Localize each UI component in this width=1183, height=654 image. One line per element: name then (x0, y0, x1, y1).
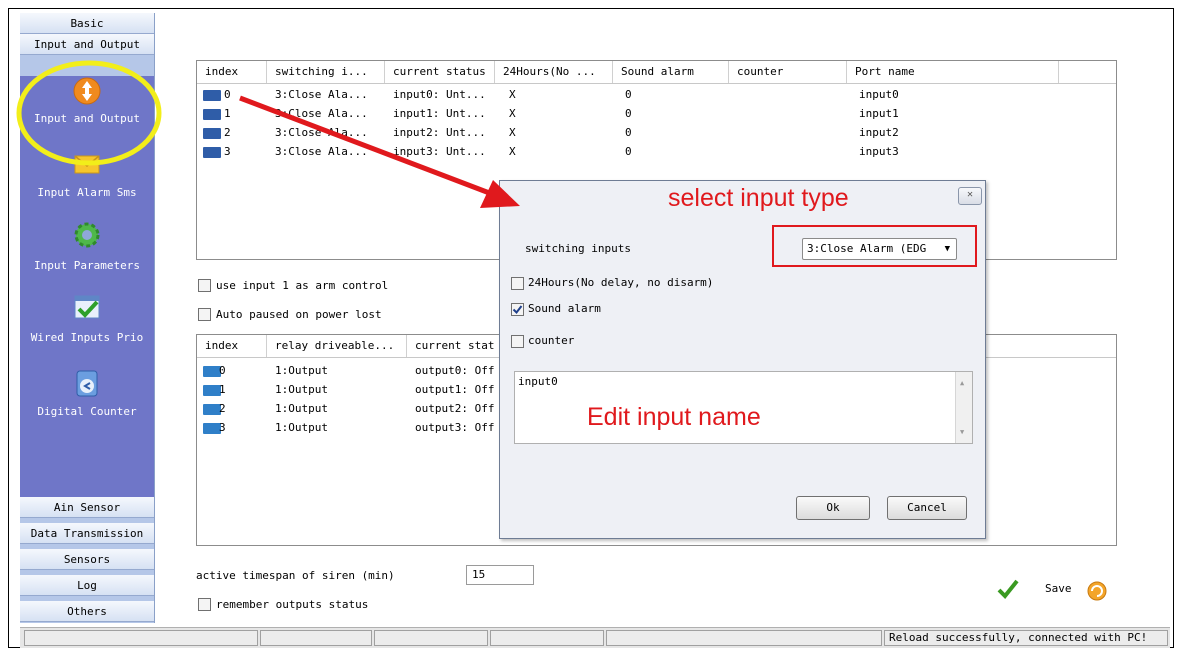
input-arrow-icon (203, 128, 221, 139)
input-table-header: index switching i... current status 24Ho… (197, 61, 1116, 84)
scroll-up-icon: ▲ (960, 379, 965, 387)
row-sound: 0 (625, 126, 632, 139)
sound-alarm-checkbox[interactable] (511, 303, 524, 316)
sidebar-item-label: Input Parameters (34, 259, 140, 272)
cancel-button[interactable]: Cancel (887, 496, 967, 520)
status-cell (490, 630, 604, 646)
column-header[interactable]: index (197, 335, 267, 357)
row-port: input2 (859, 126, 899, 139)
status-cell (24, 630, 258, 646)
select-input-type-annotation: select input type (668, 184, 849, 212)
h24-label: 24Hours(No delay, no disarm) (528, 276, 714, 289)
save-check-icon[interactable] (996, 578, 1020, 600)
sidebar-button-basic[interactable]: Basic (20, 13, 154, 34)
status-bar: Reload successfully, connected with PC! (20, 627, 1170, 648)
refresh-icon[interactable] (1086, 580, 1108, 602)
annotation-arrow (239, 95, 520, 208)
row-relay: 1:Output (275, 421, 328, 434)
arm-control-label: use input 1 as arm control (216, 279, 389, 292)
row-status: output2: Off (415, 402, 495, 415)
auto-paused-checkbox[interactable] (198, 308, 211, 321)
auto-paused-label: Auto paused on power lost (216, 308, 382, 321)
column-header[interactable]: 24Hours(No ... (495, 61, 613, 83)
counter-label: counter (528, 334, 575, 347)
remember-checkbox[interactable] (198, 598, 211, 611)
counter-checkbox[interactable] (511, 335, 524, 348)
siren-label: active timespan of siren (min) (196, 569, 395, 582)
sidebar-button-ain-sensor[interactable]: Ain Sensor (20, 497, 154, 518)
input-arrow-icon (203, 90, 221, 101)
textarea-scrollbar[interactable]: ▲ ▼ (955, 372, 972, 443)
scroll-down-icon: ▼ (960, 428, 965, 436)
sound-alarm-label: Sound alarm (528, 302, 601, 315)
row-status: output3: Off (415, 421, 495, 434)
row-index: 2 (219, 402, 226, 415)
sidebar-button-others[interactable]: Others (20, 601, 154, 622)
status-cell (374, 630, 488, 646)
sidebar-item-label: Digital Counter (37, 405, 137, 418)
column-header[interactable]: Sound alarm (613, 61, 729, 83)
column-header[interactable]: switching i... (267, 61, 385, 83)
select-highlight-box (772, 225, 977, 267)
row-relay: 1:Output (275, 364, 328, 377)
siren-input[interactable]: 15 (466, 565, 534, 585)
remember-label: remember outputs status (216, 598, 369, 611)
sidebar-item-label: Input Alarm Sms (37, 186, 137, 199)
sidebar-button-input-output[interactable]: Input and Output (20, 34, 154, 55)
h24-checkbox[interactable] (511, 277, 524, 290)
row-relay: 1:Output (275, 402, 328, 415)
input-arrow-icon (203, 147, 221, 158)
edit-input-name-annotation: Edit input name (587, 403, 761, 431)
row-relay: 1:Output (275, 383, 328, 396)
column-header[interactable]: counter (729, 61, 847, 83)
gear-icon (74, 222, 100, 248)
status-cell (260, 630, 372, 646)
column-header[interactable]: index (197, 61, 267, 83)
checkmark-icon (512, 305, 523, 315)
counter-icon (76, 370, 98, 397)
input-arrow-icon (203, 109, 221, 120)
row-port: input1 (859, 107, 899, 120)
status-message: Reload successfully, connected with PC! (884, 630, 1168, 646)
sidebar-button-data-transmission[interactable]: Data Transmission (20, 523, 154, 544)
save-button[interactable]: Save (1045, 582, 1072, 595)
dialog-close-button[interactable]: ✕ (958, 187, 982, 205)
row-port: input0 (859, 88, 899, 101)
row-status: output1: Off (415, 383, 495, 396)
arm-control-checkbox[interactable] (198, 279, 211, 292)
port-name-value: input0 (518, 375, 558, 388)
sidebar-button-sensors[interactable]: Sensors (20, 549, 154, 570)
column-header[interactable]: current stat (407, 335, 507, 357)
column-header[interactable]: current status (385, 61, 495, 83)
row-port: input3 (859, 145, 899, 158)
row-status: output0: Off (415, 364, 495, 377)
column-header[interactable]: relay driveable... (267, 335, 407, 357)
sidebar-button-log[interactable]: Log (20, 575, 154, 596)
row-index: 1 (219, 383, 226, 396)
row-sound: 0 (625, 145, 632, 158)
row-index: 3 (219, 421, 226, 434)
status-cell (606, 630, 882, 646)
sidebar-item-label: Wired Inputs Prio (30, 331, 144, 344)
highlight-ellipse (16, 60, 162, 166)
row-sound: 0 (625, 88, 632, 101)
row-sound: 0 (625, 107, 632, 120)
switching-inputs-label: switching inputs (525, 242, 631, 255)
column-header[interactable]: Port name (847, 61, 1059, 83)
row-index: 0 (219, 364, 226, 377)
ok-button[interactable]: Ok (796, 496, 870, 520)
checkmark-icon (74, 295, 100, 319)
